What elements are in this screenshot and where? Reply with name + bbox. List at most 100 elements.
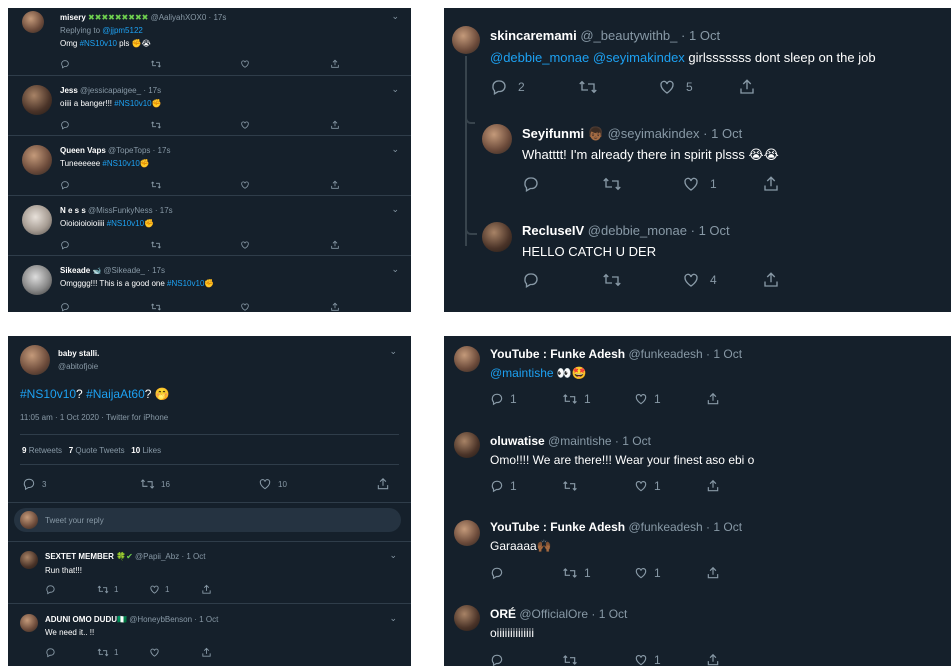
avatar[interactable] bbox=[482, 124, 512, 154]
tweet-time[interactable]: 1 Oct bbox=[186, 552, 205, 561]
like-action[interactable] bbox=[240, 240, 330, 250]
reply-seyifunmi[interactable]: Seyifunmi 👦🏾 @seyimakindex · 1 Oct Whatt… bbox=[444, 118, 951, 208]
avatar[interactable] bbox=[20, 345, 50, 375]
tweet-author-handle[interactable]: @debbie_monae bbox=[588, 223, 687, 238]
avatar[interactable] bbox=[454, 432, 480, 458]
reply-action[interactable] bbox=[522, 271, 602, 289]
share-action[interactable] bbox=[330, 120, 340, 130]
tweet-ore[interactable]: ORÉ @OfficialOre · 1 Oct oiiiiiiiiiiiiii… bbox=[444, 596, 951, 666]
avatar[interactable] bbox=[22, 85, 52, 115]
like-action[interactable] bbox=[240, 302, 330, 312]
hashtag-link[interactable]: #NaijaAt60 bbox=[86, 387, 145, 401]
like-action[interactable]: 1 bbox=[149, 584, 201, 595]
tweet-author-name[interactable]: SEXTET MEMBER bbox=[45, 552, 114, 561]
quote-tweets-stat[interactable]: 7 Quote Tweets bbox=[69, 446, 125, 455]
tweet-author-name[interactable]: Seyifunmi bbox=[522, 126, 584, 141]
tweet-author-name[interactable]: Sikeade bbox=[60, 266, 90, 275]
reply-action[interactable] bbox=[522, 175, 602, 193]
tweet-author-handle[interactable]: @AaliyahXOX0 bbox=[151, 13, 207, 22]
like-action[interactable] bbox=[240, 180, 330, 190]
tweet-time[interactable]: 1 Oct bbox=[699, 223, 730, 238]
tweet-time[interactable]: 17s bbox=[152, 266, 165, 275]
avatar[interactable] bbox=[482, 222, 512, 252]
tweet-funke-adesh-2[interactable]: YouTube : Funke Adesh @funkeadesh · 1 Oc… bbox=[444, 510, 951, 596]
replying-to-handle[interactable]: @jjpm5122 bbox=[102, 26, 143, 35]
like-action[interactable]: 1 bbox=[634, 479, 706, 493]
like-action[interactable] bbox=[240, 120, 330, 130]
chevron-down-icon[interactable]: ⌄ bbox=[389, 613, 397, 624]
tweet-time[interactable]: 1 Oct bbox=[199, 615, 218, 624]
tweet-time[interactable]: 17s bbox=[160, 206, 173, 215]
hashtag-link[interactable]: #NS10v10 bbox=[114, 99, 151, 108]
tweet-time[interactable]: 1 Oct bbox=[599, 607, 628, 621]
share-action[interactable] bbox=[330, 180, 340, 190]
chevron-down-icon[interactable]: ⌄ bbox=[391, 11, 399, 22]
share-action[interactable] bbox=[762, 175, 780, 193]
reply-action[interactable] bbox=[60, 120, 150, 130]
tweet-author-handle[interactable]: @TopeTops bbox=[108, 146, 150, 155]
share-action[interactable] bbox=[706, 479, 720, 493]
share-action[interactable] bbox=[330, 59, 340, 69]
avatar[interactable] bbox=[454, 346, 480, 372]
reply-action[interactable] bbox=[60, 59, 150, 69]
tweet-author-handle[interactable]: @jessicapaigee_ bbox=[80, 86, 141, 95]
share-action[interactable] bbox=[706, 392, 720, 406]
chevron-down-icon[interactable]: ⌄ bbox=[391, 264, 399, 275]
tweet-time[interactable]: 1 Oct bbox=[622, 434, 651, 448]
tweet-time[interactable]: 1 Oct bbox=[713, 520, 742, 534]
chevron-down-icon[interactable]: ⌄ bbox=[391, 204, 399, 215]
mention-link[interactable]: @seyimakindex bbox=[593, 50, 685, 65]
reply-action[interactable]: 1 bbox=[490, 479, 562, 493]
reply-action[interactable] bbox=[60, 302, 150, 312]
chevron-down-icon[interactable]: ⌄ bbox=[389, 346, 397, 357]
avatar[interactable] bbox=[452, 26, 480, 54]
tweet-author-handle[interactable]: @_beautywithb_ bbox=[580, 28, 677, 43]
like-action[interactable]: 1 bbox=[634, 653, 706, 666]
tweet-author-name[interactable]: YouTube : Funke Adesh bbox=[490, 347, 625, 361]
tweet-time[interactable]: 1 Oct bbox=[689, 28, 720, 43]
like-action[interactable]: 1 bbox=[682, 175, 762, 193]
share-action[interactable] bbox=[738, 78, 756, 96]
likes-stat[interactable]: 10 Likes bbox=[131, 446, 161, 455]
share-action[interactable] bbox=[706, 653, 720, 666]
tweet-time[interactable]: 1 Oct bbox=[713, 347, 742, 361]
reply-action[interactable] bbox=[45, 584, 97, 595]
retweet-action[interactable] bbox=[150, 59, 240, 69]
tweet-author-handle[interactable]: @MissFunkyNess bbox=[88, 206, 153, 215]
like-action[interactable] bbox=[240, 59, 330, 69]
hashtag-link[interactable]: #NS10v10 bbox=[107, 219, 144, 228]
reply-action[interactable] bbox=[490, 566, 562, 580]
like-action[interactable]: 1 bbox=[634, 566, 706, 580]
tweet-time[interactable]: 17s bbox=[148, 86, 161, 95]
retweet-action[interactable]: 1 bbox=[97, 584, 149, 595]
avatar[interactable] bbox=[20, 614, 38, 632]
tweet-author-name[interactable]: baby stalli. bbox=[58, 349, 99, 358]
tweet-author-name[interactable]: YouTube : Funke Adesh bbox=[490, 520, 625, 534]
hashtag-link[interactable]: #NS10v10 bbox=[20, 387, 76, 401]
share-action[interactable] bbox=[201, 584, 212, 595]
share-action[interactable] bbox=[330, 240, 340, 250]
retweet-action[interactable] bbox=[602, 271, 682, 289]
tweet-jess[interactable]: Jess @jessicapaigee_ · 17s ⌄ oiiii a ban… bbox=[8, 76, 411, 136]
tweet-time[interactable]: 17s bbox=[213, 13, 226, 22]
tweet-time[interactable]: 17s bbox=[158, 146, 171, 155]
hashtag-link[interactable]: #NS10v10 bbox=[102, 159, 139, 168]
retweet-action[interactable]: 1 bbox=[562, 392, 634, 406]
mention-link[interactable]: @debbie_monae bbox=[490, 50, 589, 65]
avatar[interactable] bbox=[22, 265, 52, 295]
retweet-action[interactable] bbox=[150, 120, 240, 130]
tweet-author-name[interactable]: misery bbox=[60, 13, 86, 22]
avatar[interactable] bbox=[20, 551, 38, 569]
tweet-author-handle[interactable]: @Sikeade_ bbox=[103, 266, 144, 275]
retweet-action[interactable]: 16 bbox=[140, 477, 258, 491]
retweets-stat[interactable]: 9 Retweets bbox=[22, 446, 62, 455]
tweet-author-name[interactable]: Queen Vaps bbox=[60, 146, 106, 155]
reply-action[interactable] bbox=[60, 180, 150, 190]
like-action[interactable]: 1 bbox=[634, 392, 706, 406]
chevron-down-icon[interactable]: ⌄ bbox=[391, 84, 399, 95]
tweet-author-name[interactable]: ADUNI OMO DUDU bbox=[45, 615, 117, 624]
retweet-action[interactable]: 1 bbox=[97, 647, 149, 658]
share-action[interactable] bbox=[330, 302, 340, 312]
mention-link[interactable]: @maintishe bbox=[490, 366, 554, 380]
share-action[interactable] bbox=[201, 647, 212, 658]
